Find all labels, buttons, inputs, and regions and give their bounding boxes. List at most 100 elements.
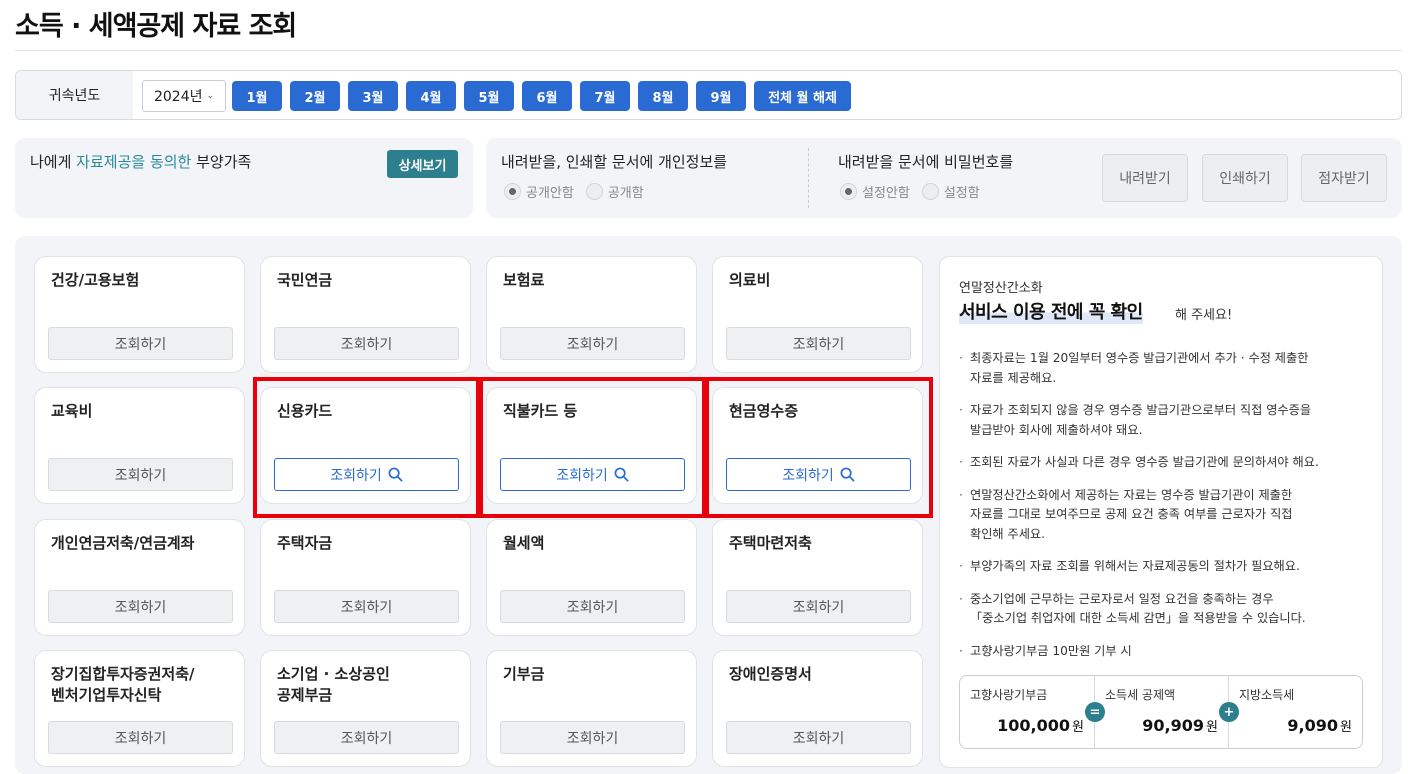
card-title: 교육비: [51, 402, 93, 420]
card-disability-certificate: 장애인증명서조회하기: [712, 650, 923, 767]
card-query-button-label: 조회하기: [114, 467, 167, 484]
card-query-button[interactable]: 조회하기: [500, 590, 685, 623]
card-query-button-label: 조회하기: [114, 730, 167, 747]
info-headline: 서비스 이용 전에 꼭 확인: [959, 298, 1143, 324]
card-insurance-premium: 보험료 조회하기: [486, 256, 697, 373]
calc-value: 100,000 원: [997, 716, 1084, 735]
radio-unchecked-icon: [921, 183, 939, 200]
password-radio-on[interactable]: 설정함: [921, 182, 980, 201]
password-radio-off[interactable]: 설정안함: [840, 182, 910, 201]
card-query-button[interactable]: 조회하기: [48, 721, 233, 754]
consent-highlight: 자료제공을 동의한: [76, 153, 192, 171]
calc-cell-donation: 고향사랑기부금 100,000 원: [960, 676, 1094, 748]
month-button-1[interactable]: 1월: [232, 81, 282, 111]
info-note-item: 자료가 조회되지 않을 경우 영수증 발급기관으로부터 직접 영수증을 발급받아…: [959, 401, 1369, 440]
card-housing-savings: 주택마련저축조회하기: [712, 519, 923, 636]
card-query-button-label: 조회하기: [340, 599, 393, 616]
card-title: 장애인증명서: [729, 665, 812, 683]
privacy-radio-hide[interactable]: 공개안함: [504, 182, 574, 201]
info-note-item: 연말정산간소화에서 제공하는 자료는 영수증 발급기관이 제출한 자료를 그대로…: [959, 486, 1369, 545]
password-option-title: 내려받을 문서에 비밀번호를: [838, 153, 1014, 171]
card-title: 신용카드: [277, 402, 333, 420]
month-button-4[interactable]: 4월: [406, 81, 456, 111]
info-note-item: 고향사랑기부금 10만원 기부 시: [959, 642, 1369, 662]
search-icon: [840, 467, 855, 482]
chevron-down-icon: ⌄: [206, 91, 215, 101]
card-title: 기부금: [503, 665, 545, 683]
card-query-button-label: 조회하기: [340, 730, 393, 747]
card-query-button[interactable]: 조회하기: [48, 458, 233, 491]
card-title: 주택마련저축: [729, 534, 812, 552]
card-title: 장기집합투자증권저축/ 벤처기업투자신탁: [51, 665, 195, 704]
card-long-term-investment: 장기집합투자증권저축/ 벤처기업투자신탁조회하기: [34, 650, 245, 767]
card-title: 의료비: [729, 271, 771, 289]
card-query-button-label: 조회하기: [792, 730, 845, 747]
calc-value: 90,909 원: [1142, 716, 1218, 735]
card-query-button[interactable]: 조회하기: [274, 721, 459, 754]
detail-view-button[interactable]: 상세보기: [387, 150, 458, 178]
braille-button[interactable]: 점자받기: [1301, 154, 1387, 202]
calc-cell-income-tax: 소득세 공제액 90,909 원: [1095, 676, 1228, 748]
card-query-button[interactable]: 조회하기: [274, 458, 459, 491]
month-button-8[interactable]: 8월: [638, 81, 688, 111]
card-query-button[interactable]: 조회하기: [274, 590, 459, 623]
card-query-button[interactable]: 조회하기: [726, 327, 911, 360]
card-query-button[interactable]: 조회하기: [726, 458, 911, 491]
calc-label: 고향사랑기부금: [970, 688, 1048, 702]
card-query-button[interactable]: 조회하기: [500, 721, 685, 754]
title-divider: [15, 50, 1402, 51]
card-health-employment-insurance: 건강/고용보험 조회하기: [34, 256, 245, 373]
dependents-panel: 나에게 자료제공을 동의한 부양가족 상세보기: [15, 138, 473, 218]
print-button[interactable]: 인쇄하기: [1202, 154, 1288, 202]
card-pension-savings: 개인연금저축/연금계좌 조회하기: [34, 519, 245, 636]
card-title: 소기업 · 소상공인 공제부금: [277, 665, 390, 704]
card-title: 현금영수증: [729, 402, 799, 420]
clear-all-months-button[interactable]: 전체 월 해제: [754, 81, 851, 111]
calc-label: 소득세 공제액: [1105, 688, 1176, 702]
card-query-button[interactable]: 조회하기: [48, 590, 233, 623]
card-query-button[interactable]: 조회하기: [726, 721, 911, 754]
info-headline-tail: 해 주세요!: [1175, 308, 1233, 323]
card-query-button[interactable]: 조회하기: [274, 327, 459, 360]
card-small-business-deduction: 소기업 · 소상공인 공제부금조회하기: [260, 650, 471, 767]
dependents-heading: 나에게 자료제공을 동의한 부양가족: [30, 153, 252, 171]
info-note-item: 부양가족의 자료 조회를 위해서는 자료제공동의 절차가 필요해요.: [959, 557, 1369, 577]
card-query-button-label: 조회하기: [566, 336, 619, 353]
calc-label: 지방소득세: [1239, 688, 1295, 702]
month-button-7[interactable]: 7월: [580, 81, 630, 111]
month-button-2[interactable]: 2월: [290, 81, 340, 111]
card-query-button-label: 조회하기: [792, 599, 845, 616]
month-button-9[interactable]: 9월: [696, 81, 746, 111]
page-title: 소득 · 세액공제 자료 조회: [15, 11, 297, 42]
download-button[interactable]: 내려받기: [1102, 154, 1188, 202]
radio-checked-icon: [840, 183, 857, 200]
card-query-button[interactable]: 조회하기: [48, 327, 233, 360]
card-query-button-label: 조회하기: [792, 336, 845, 353]
info-panel: 연말정산간소화 서비스 이용 전에 꼭 확인 해 주세요! 최종자료는 1월 2…: [939, 256, 1383, 768]
year-select[interactable]: 2024년 ⌄: [142, 80, 226, 112]
card-education-expense: 교육비조회하기: [34, 387, 245, 504]
month-button-6[interactable]: 6월: [522, 81, 572, 111]
card-query-button-label: 조회하기: [114, 336, 167, 353]
card-query-button[interactable]: 조회하기: [500, 327, 685, 360]
radio-unchecked-icon: [585, 183, 603, 200]
card-query-button[interactable]: 조회하기: [726, 590, 911, 623]
year-label: 귀속년도: [16, 71, 133, 119]
info-notes-list: 최종자료는 1월 20일부터 영수증 발급기관에서 추가 · 수정 제출한 자료…: [959, 349, 1369, 661]
card-query-button-label: 조회하기: [340, 336, 393, 353]
card-query-button[interactable]: 조회하기: [500, 458, 685, 491]
card-query-button-label: 조회하기: [556, 467, 608, 484]
card-cash-receipt: 현금영수증조회하기: [712, 387, 923, 504]
privacy-radio-show[interactable]: 공개함: [585, 182, 644, 201]
search-icon: [614, 467, 629, 482]
card-title: 주택자금: [277, 534, 333, 552]
privacy-radio-group: 공개안함 공개함: [504, 182, 644, 201]
period-filter-bar: 귀속년도 2024년 ⌄ 1월 2월 3월 4월 5월 6월 7월 8월 9월 …: [15, 70, 1402, 120]
info-note-item: 중소기업에 근무하는 근로자로서 일정 요건을 충족하는 경우 「중소기업 취업…: [959, 590, 1369, 629]
month-button-5[interactable]: 5월: [464, 81, 514, 111]
month-button-3[interactable]: 3월: [348, 81, 398, 111]
card-debit-card: 직불카드 등조회하기: [486, 387, 697, 504]
card-title: 국민연금: [277, 271, 333, 289]
info-note-item: 최종자료는 1월 20일부터 영수증 발급기관에서 추가 · 수정 제출한 자료…: [959, 349, 1369, 388]
card-title: 직불카드 등: [503, 402, 578, 420]
